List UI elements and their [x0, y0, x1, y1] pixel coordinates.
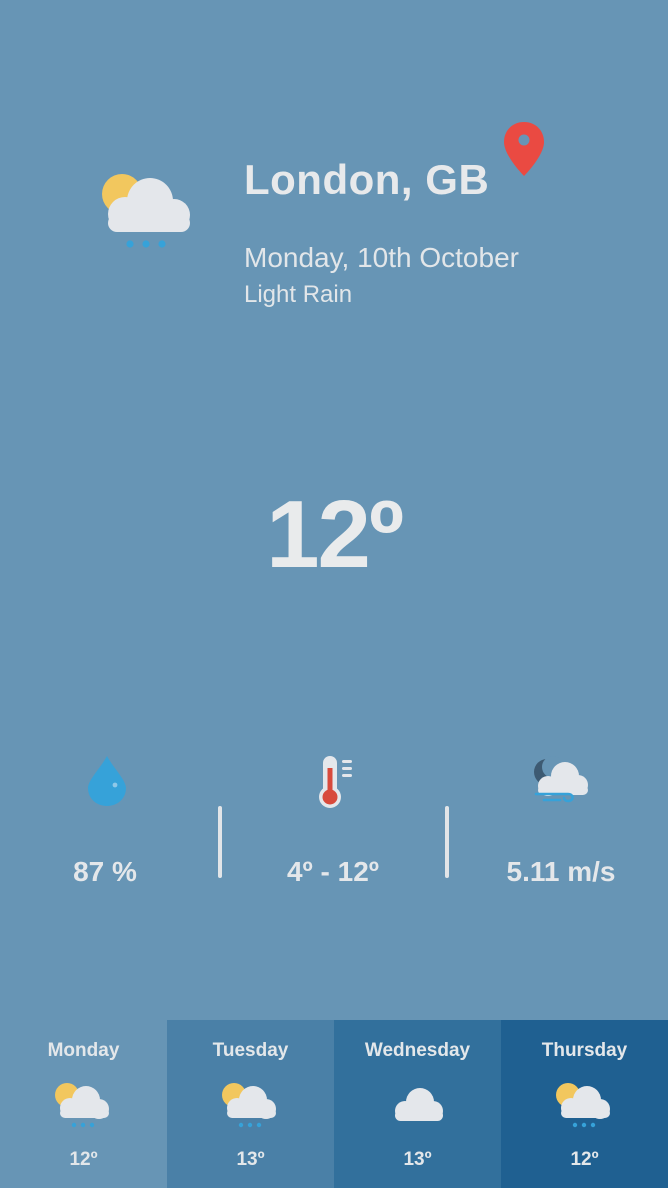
temperature-range-value: 4º - 12º [286, 856, 380, 887]
sun-cloud-rain-icon [102, 174, 190, 248]
sun-cloud-rain-icon [54, 1083, 109, 1128]
water-drop-icon [88, 756, 126, 806]
wind-value: 5.11 m/s [506, 856, 616, 887]
humidity-value: 87 % [73, 856, 137, 887]
cloud-icon [394, 1088, 443, 1121]
forecast-day[interactable]: Thursday 12º [501, 1020, 668, 1188]
forecast-day-temp: 13º [236, 1149, 265, 1170]
forecast-day[interactable]: Wednesday 13º [334, 1020, 501, 1188]
city-name: London, GB [244, 156, 490, 203]
forecast-day-name: Monday [47, 1040, 120, 1061]
forecast-day-name: Thursday [541, 1040, 628, 1061]
forecast-day-temp: 13º [403, 1149, 432, 1170]
sun-cloud-rain-icon [555, 1083, 610, 1128]
current-date: Monday, 10th October [244, 242, 519, 273]
forecast-day-name: Tuesday [212, 1040, 289, 1061]
forecast-strip: Monday 12º Tuesday 13º Wednesday 13º Thu… [0, 1020, 668, 1188]
divider [445, 806, 449, 878]
moon-cloud-wind-icon [534, 756, 588, 803]
current-temperature: 12º [266, 481, 404, 588]
forecast-day[interactable]: Monday 12º [0, 1020, 167, 1188]
forecast-day[interactable]: Tuesday 13º [167, 1020, 334, 1188]
forecast-day-temp: 12º [69, 1149, 98, 1170]
weather-condition: Light Rain [244, 281, 353, 308]
divider [218, 806, 222, 878]
thermometer-icon [319, 756, 352, 808]
location-pin-icon[interactable] [502, 120, 546, 180]
sun-cloud-rain-icon [221, 1083, 276, 1128]
forecast-day-name: Wednesday [364, 1040, 471, 1061]
forecast-day-temp: 12º [570, 1149, 599, 1170]
